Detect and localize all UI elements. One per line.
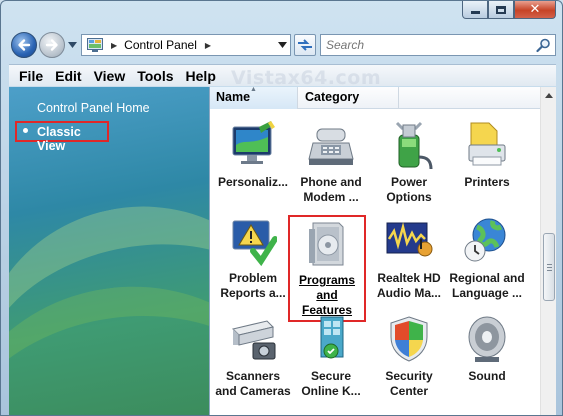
refresh-icon [298,39,312,51]
menu-tools[interactable]: Tools [137,68,173,84]
item-label-line1: Printers [464,175,510,189]
navigation-bar: ▶ Control Panel ▶ [9,31,556,59]
item-label-line1: Secure [310,369,352,383]
item-label-line2: and Cameras [215,384,291,398]
search-input[interactable] [326,38,526,52]
navigation-pane: Control Panel Home Classic View [9,87,209,415]
item-label-line1: Problem [228,271,277,285]
back-button[interactable] [11,32,37,58]
scroll-up-button[interactable] [541,87,556,103]
printers-icon [468,122,506,166]
search-icon[interactable] [536,38,551,53]
item-label-line1: Regional and [449,271,525,285]
chevron-down-icon [277,42,287,48]
item-label-line2: Options [386,190,432,204]
column-name[interactable]: ▲ Name [210,87,298,109]
address-bar[interactable]: ▶ Control Panel ▶ [81,34,291,56]
column-header: ▲ Name Category [210,87,541,109]
control-panel-icon [87,38,103,52]
column-name-label: Name [216,90,251,104]
item-label-line2: Reports a... [220,286,286,300]
item-label-line2: Online K... [301,384,361,398]
classic-view-link[interactable]: Classic View [15,121,109,153]
recent-pages-button[interactable] [68,40,77,49]
menu-edit[interactable]: Edit [55,68,81,84]
item-power-options[interactable]: Power Options [370,121,448,205]
breadcrumb-control-panel[interactable]: Control Panel [124,38,197,52]
vertical-scrollbar[interactable] [540,87,556,415]
back-arrow-icon [18,39,31,51]
secure-online-key-icon [320,316,344,359]
item-label-line1: Programs [298,273,356,287]
menu-bar: File Edit View Tools Help Vistax64.com [9,64,556,89]
refresh-button[interactable] [294,34,316,56]
item-personalization[interactable]: Personaliz... [214,121,292,190]
forward-button[interactable] [39,32,65,58]
sound-icon [468,316,506,362]
item-label-line2: Language ... [451,286,522,300]
bullet-icon [23,128,28,133]
programs-features-icon [309,222,344,266]
search-box [320,34,556,56]
menu-view[interactable]: View [94,68,126,84]
content-pane: ▲ Name Category Personaliz... Phone and … [209,87,556,415]
item-problem-reports[interactable]: Problem Reports a... [214,217,292,301]
grip-icon [547,264,552,271]
item-regional-language[interactable]: Regional and Language ... [448,217,526,301]
menu-help[interactable]: Help [186,68,216,84]
item-label-line2: and Features [301,288,353,317]
realtek-audio-icon [386,222,433,257]
item-security-center[interactable]: Security Center [370,315,448,399]
column-category[interactable]: Category [299,87,399,109]
column-category-label: Category [305,90,360,104]
minimize-button[interactable] [462,1,488,19]
close-button[interactable]: ✕ [514,1,556,19]
item-label-line2: Audio Ma... [377,286,441,300]
phone-modem-icon [308,128,354,165]
control-panel-window: ✕ ▶ Control Panel ▶ Search File Edit Vie… [0,0,563,416]
breadcrumb-separator-icon[interactable]: ▶ [205,41,211,50]
watermark: Vistax64.com [231,67,382,89]
item-printers[interactable]: Printers [448,121,526,190]
item-label-line1: Phone and [300,175,362,189]
chevron-up-icon [545,92,553,98]
forward-arrow-icon [45,39,58,51]
items-grid: Personaliz... Phone and Modem ... Power … [210,109,541,415]
item-programs-features[interactable]: Programs and Features [288,215,366,322]
item-realtek-audio[interactable]: Realtek HD Audio Ma... [370,217,448,301]
item-secure-online-key[interactable]: Secure Online K... [292,315,370,399]
close-icon: ✕ [529,2,541,17]
item-label-line1: Realtek HD [377,271,441,285]
scroll-thumb[interactable] [543,233,555,301]
item-phone-modem[interactable]: Phone and Modem ... [292,121,370,205]
maximize-icon [496,5,506,14]
minimize-icon [470,11,480,14]
address-dropdown-button[interactable] [273,35,290,55]
maximize-button[interactable] [488,1,514,19]
item-label-line1: Security [385,369,433,383]
breadcrumb-separator-icon[interactable]: ▶ [111,41,117,50]
item-label-line2: Center [389,384,428,398]
caption-buttons: ✕ [462,1,556,19]
control-panel-home-link[interactable]: Control Panel Home [37,101,150,115]
security-center-icon [390,316,428,362]
power-options-icon [395,121,433,170]
problem-reports-icon [232,220,277,267]
regional-language-icon [464,218,506,262]
sort-ascending-icon: ▲ [250,87,257,93]
item-label-line1: Sound [468,369,506,383]
chevron-down-icon [68,41,77,48]
personalization-icon [232,121,275,164]
scanners-cameras-icon [232,320,276,360]
item-label-line1: Power [390,175,427,189]
item-sound[interactable]: Sound [448,315,526,384]
item-label-line2: Modem ... [303,190,359,204]
item-scanners-cameras[interactable]: Scanners and Cameras [214,315,292,399]
item-label-line1: Personaliz... [217,175,289,189]
item-label-line1: Scanners [225,369,281,383]
classic-view-label: Classic View [37,125,81,153]
menu-file[interactable]: File [19,68,43,84]
